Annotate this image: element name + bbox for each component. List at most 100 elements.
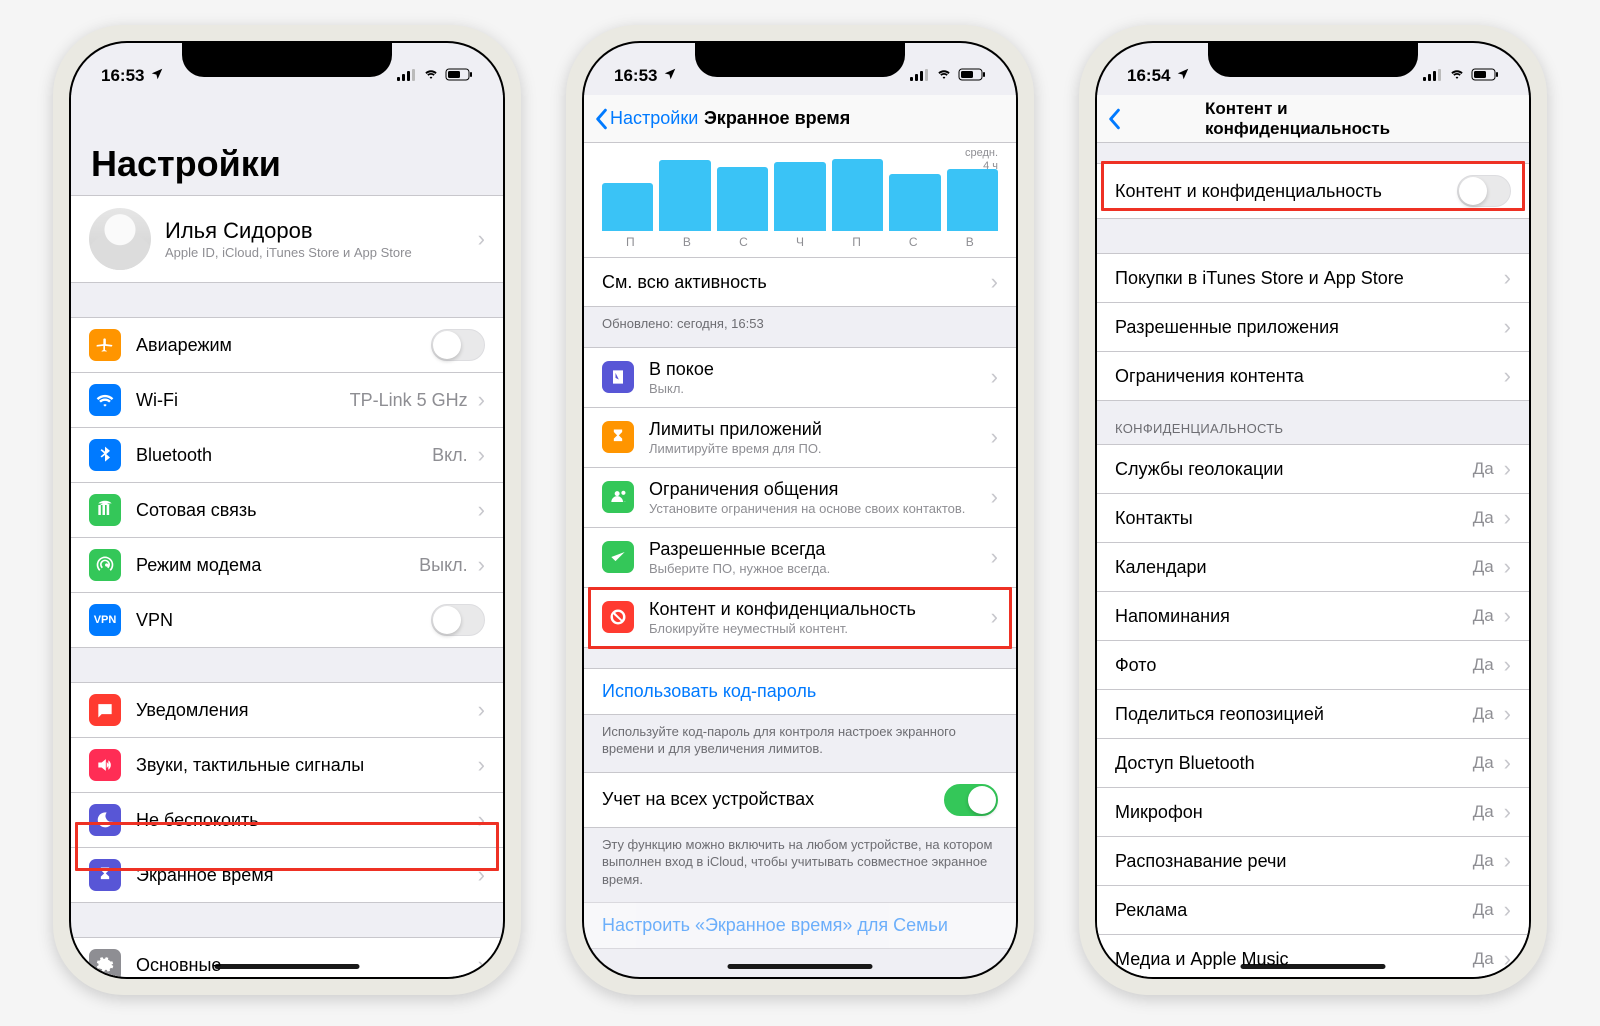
general-icon — [89, 949, 121, 977]
battery-icon — [958, 66, 986, 86]
media-cell[interactable]: Медиа и Apple Music Да › — [1097, 935, 1529, 977]
chart-bar — [947, 169, 998, 231]
use-passcode-cell[interactable]: Использовать код-пароль — [584, 668, 1016, 715]
vpn-toggle[interactable] — [431, 604, 485, 636]
phone-3: 16:54 Контент и конфиденциальность Конте… — [1079, 25, 1547, 995]
ads-cell[interactable]: Реклама Да › — [1097, 886, 1529, 935]
reminders-value: Да — [1473, 606, 1494, 626]
downtime-cell[interactable]: В покоеВыкл. › — [584, 347, 1016, 408]
wifi-status-icon — [422, 66, 440, 86]
contentrest-cell[interactable]: Ограничения контента › — [1097, 352, 1529, 401]
microphone-cell[interactable]: Микрофон Да › — [1097, 788, 1529, 837]
screentime-icon — [89, 859, 121, 891]
chevron-icon: › — [1504, 701, 1511, 727]
use-passcode-label: Использовать код-пароль — [602, 681, 998, 702]
chart-day-label: В — [941, 235, 998, 249]
screentime-cell[interactable]: Экранное время › — [71, 848, 503, 903]
share-devices-cell[interactable]: Учет на всех устройствах — [584, 772, 1016, 828]
dnd-label: Не беспокоить — [136, 810, 476, 831]
photos-cell[interactable]: Фото Да › — [1097, 641, 1529, 690]
reminders-cell[interactable]: Напоминания Да › — [1097, 592, 1529, 641]
speech-cell[interactable]: Распознавание речи Да › — [1097, 837, 1529, 886]
signal-icon — [1423, 66, 1443, 86]
sharemy-value: Да — [1473, 704, 1494, 724]
cellular-cell[interactable]: Сотовая связь › — [71, 483, 503, 538]
location-label: Службы геолокации — [1115, 459, 1473, 480]
share-devices-toggle[interactable] — [944, 784, 998, 816]
content-privacy-toggle[interactable] — [1457, 175, 1511, 207]
chart-bar — [602, 183, 653, 231]
nav-title: Экранное время — [704, 108, 850, 129]
chart-bar — [889, 174, 940, 231]
notch — [1208, 43, 1418, 77]
bluetooth-value: Вкл. — [432, 445, 468, 466]
btaccess-cell[interactable]: Доступ Bluetooth Да › — [1097, 739, 1529, 788]
back-button[interactable]: Настройки — [594, 108, 698, 130]
chart-day-label: П — [828, 235, 885, 249]
wifi-cell[interactable]: Wi-Fi TP-Link 5 GHz› — [71, 373, 503, 428]
airplane-toggle[interactable] — [431, 329, 485, 361]
see-activity-cell[interactable]: См. всю активность › — [584, 258, 1016, 307]
back-button[interactable] — [1107, 108, 1121, 130]
chevron-icon: › — [1504, 265, 1511, 291]
nav-bar: Настройки Экранное время — [584, 95, 1016, 143]
chevron-icon: › — [1504, 848, 1511, 874]
activity-footer: Обновлено: сегодня, 16:53 — [584, 307, 1016, 347]
general-cell[interactable]: Основные › — [71, 937, 503, 977]
nav-bar: Контент и конфиденциальность — [1097, 95, 1529, 143]
calendars-label: Календари — [1115, 557, 1473, 578]
cellular-icon — [89, 494, 121, 526]
sounds-cell[interactable]: Звуки, тактильные сигналы › — [71, 738, 503, 793]
microphone-value: Да — [1473, 802, 1494, 822]
purchases-cell[interactable]: Покупки в iTunes Store и App Store › — [1097, 253, 1529, 303]
bluetooth-cell[interactable]: Bluetooth Вкл.› — [71, 428, 503, 483]
calendars-cell[interactable]: Календари Да › — [1097, 543, 1529, 592]
phone-2: 16:53 Настройки Экранное время средн. — [566, 25, 1034, 995]
chart-bar — [717, 167, 768, 231]
content-cell[interactable]: Контент и конфиденциальностьБлокируйте н… — [584, 588, 1016, 648]
settings-group-3: Основные › Пункт управления › AA Экран и… — [71, 937, 503, 977]
content-privacy-toggle-cell[interactable]: Контент и конфиденциальность — [1097, 163, 1529, 219]
allowedapps-cell[interactable]: Разрешенные приложения › — [1097, 303, 1529, 352]
hotspot-cell[interactable]: Режим модема Выкл.› — [71, 538, 503, 593]
microphone-label: Микрофон — [1115, 802, 1473, 823]
hotspot-icon — [89, 549, 121, 581]
chart-bar — [659, 160, 710, 231]
chevron-icon: › — [478, 697, 485, 723]
dnd-cell[interactable]: Не беспокоить › — [71, 793, 503, 848]
contacts-cell[interactable]: Контакты Да › — [1097, 494, 1529, 543]
chevron-icon: › — [1504, 505, 1511, 531]
allowed-sub: Выберите ПО, нужное всегда. — [649, 561, 989, 576]
chart-day-labels: ПВСЧПСВ — [584, 233, 1016, 258]
chart-note-2: 4 ч — [965, 160, 998, 173]
screentime-options: В покоеВыкл. › Лимиты приложенийЛимитиру… — [584, 347, 1016, 648]
chevron-icon: › — [1504, 799, 1511, 825]
commlimits-cell[interactable]: Ограничения общенияУстановите ограничени… — [584, 468, 1016, 528]
chevron-icon: › — [1504, 946, 1511, 972]
dnd-icon — [89, 804, 121, 836]
sharemy-cell[interactable]: Поделиться геопозицией Да › — [1097, 690, 1529, 739]
airplane-cell[interactable]: Авиарежим — [71, 317, 503, 373]
chart-bar — [774, 162, 825, 231]
applimits-cell[interactable]: Лимиты приложенийЛимитируйте время для П… — [584, 408, 1016, 468]
vpn-label: VPN — [136, 610, 431, 631]
passcode-footer: Используйте код-пароль для контроля наст… — [584, 715, 1016, 772]
avatar — [89, 208, 151, 270]
chevron-icon: › — [991, 424, 998, 450]
share-devices-footer: Эту функцию можно включить на любом устр… — [584, 828, 1016, 903]
chevron-icon: › — [991, 604, 998, 630]
bluetooth-icon — [89, 439, 121, 471]
vpn-cell[interactable]: VPN VPN — [71, 593, 503, 648]
applimits-icon — [602, 421, 634, 453]
home-indicator — [728, 964, 873, 969]
family-cell[interactable]: Настроить «Экранное время» для Семьи — [584, 902, 1016, 949]
chevron-icon: › — [478, 497, 485, 523]
speech-label: Распознавание речи — [1115, 851, 1473, 872]
allowed-cell[interactable]: Разрешенные всегдаВыберите ПО, нужное вс… — [584, 528, 1016, 588]
account-cell[interactable]: Илья Сидоров Apple ID, iCloud, iTunes St… — [71, 195, 503, 283]
notifications-cell[interactable]: Уведомления › — [71, 682, 503, 738]
chevron-icon: › — [991, 544, 998, 570]
airplane-icon — [89, 329, 121, 361]
ads-label: Реклама — [1115, 900, 1473, 921]
location-cell[interactable]: Службы геолокации Да › — [1097, 444, 1529, 494]
